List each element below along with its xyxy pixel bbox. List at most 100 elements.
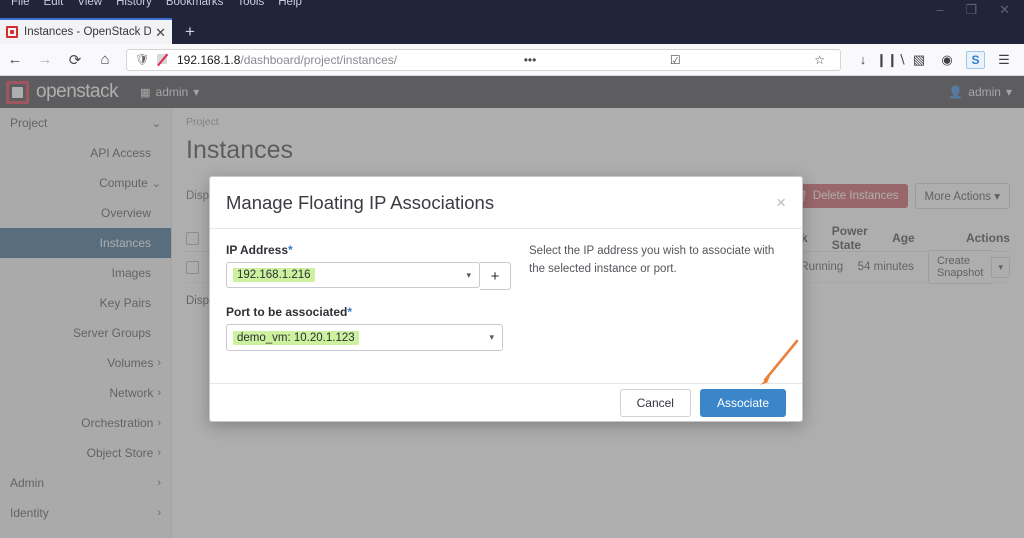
- row-checkbox[interactable]: [186, 260, 210, 274]
- url-path: /dashboard/project/instances/: [240, 52, 398, 67]
- project-switcher-label: admin: [155, 85, 189, 99]
- required-marker: *: [288, 243, 293, 257]
- new-tab-button[interactable]: +: [180, 22, 200, 42]
- row-actions-caret-icon[interactable]: ▾: [991, 256, 1010, 278]
- menu-view[interactable]: View: [70, 0, 109, 8]
- menu-tools[interactable]: Tools: [230, 0, 271, 8]
- cancel-button[interactable]: Cancel: [619, 388, 691, 417]
- sidebar-item-server-groups[interactable]: Server Groups: [0, 318, 171, 348]
- maximize-icon[interactable]: ❐: [965, 3, 977, 16]
- menu-history[interactable]: History: [109, 0, 159, 8]
- openstack-favicon-icon: [6, 26, 18, 38]
- sidebar-item-key-pairs[interactable]: Key Pairs: [0, 288, 171, 318]
- chevron-right-icon: ›: [157, 387, 161, 399]
- sidebar-item-instances[interactable]: Instances: [0, 228, 171, 258]
- chevron-right-icon: ›: [157, 417, 161, 429]
- sidebar-item-identity[interactable]: Identity ›: [0, 498, 171, 528]
- table-toolbar-actions: 🗑 Delete Instances More Actions ▾: [784, 183, 1010, 209]
- tab-title: Instances - OpenStack Dashbo: [24, 26, 152, 38]
- browser-tab-instances[interactable]: Instances - OpenStack Dashbo ✕: [0, 18, 172, 44]
- page-actions-icon[interactable]: •••: [517, 53, 544, 67]
- chevron-right-icon: ›: [157, 447, 161, 459]
- extension-s-icon[interactable]: S: [966, 50, 985, 69]
- sidebar-item-label: Object Store: [86, 446, 154, 460]
- modal-form: IP Address* 192.168.1.216 ▾ + Port to be…: [226, 243, 511, 383]
- star-icon[interactable]: ☆: [807, 53, 832, 67]
- ip-address-value: 192.168.1.216: [233, 268, 315, 282]
- browser-nav-bar: ← → ⟳ ⌂ 🛡 192.168.1.8/dashboard/project/…: [0, 44, 1024, 76]
- shield-icon[interactable]: 🛡: [135, 53, 149, 66]
- associate-button[interactable]: Associate: [699, 388, 786, 417]
- tab-close-icon[interactable]: ✕: [155, 26, 166, 39]
- home-icon[interactable]: ⌂: [90, 45, 120, 75]
- url-text: 192.168.1.8/dashboard/project/instances/: [177, 53, 397, 67]
- tab-strip: Instances - OpenStack Dashbo ✕ +: [0, 16, 1024, 44]
- select-all-checkbox[interactable]: [186, 231, 211, 245]
- account-icon[interactable]: ◉: [933, 46, 961, 74]
- url-host: 192.168.1.8: [176, 52, 241, 67]
- sidebar-item-api-access[interactable]: API Access: [0, 138, 171, 168]
- col-actions: Actions: [965, 231, 1010, 245]
- forward-icon[interactable]: →: [30, 45, 60, 75]
- sidebar-item-volumes[interactable]: Volumes ›: [0, 348, 171, 378]
- downloads-icon[interactable]: ↓: [849, 46, 877, 74]
- minimize-icon[interactable]: –: [936, 3, 943, 16]
- sidebar-item-label: Admin: [10, 476, 45, 490]
- close-icon[interactable]: ×: [776, 194, 786, 211]
- dashboard-page: openstack ▦ admin ▾ 👤 admin ▾ Project ⌄ AP…: [0, 76, 1024, 538]
- menu-file[interactable]: File: [4, 0, 37, 8]
- manage-floating-ip-modal: Manage Floating IP Associations × IP Add…: [209, 176, 803, 422]
- ip-address-label: IP Address*: [226, 243, 293, 257]
- openstack-logo-icon: [6, 80, 29, 104]
- sidebar-item-images[interactable]: Images: [0, 258, 171, 288]
- sidebar-item-orchestration[interactable]: Orchestration ›: [0, 408, 171, 438]
- required-marker: *: [347, 305, 353, 319]
- sidebar-item-compute[interactable]: Compute ⌄: [0, 168, 171, 198]
- sidebar-item-label: Instances: [99, 236, 151, 250]
- sidebar-item-project[interactable]: Project ⌄: [0, 108, 171, 138]
- col-power-state: Power State: [831, 224, 868, 252]
- project-switcher[interactable]: ▦ admin ▾: [140, 85, 199, 99]
- openstack-logo[interactable]: openstack: [0, 80, 119, 104]
- create-snapshot-button[interactable]: Create Snapshot: [927, 250, 992, 284]
- sidebar-icon[interactable]: ▧: [905, 46, 933, 74]
- sidebar-item-admin[interactable]: Admin ›: [0, 468, 171, 498]
- app-menu-icon[interactable]: ☰: [990, 46, 1018, 74]
- more-actions-button[interactable]: More Actions ▾: [914, 183, 1010, 209]
- sidebar-item-network[interactable]: Network ›: [0, 378, 171, 408]
- modal-help-text: Select the IP address you wish to associ…: [529, 245, 775, 275]
- menu-help[interactable]: Help: [271, 0, 309, 8]
- modal-header: Manage Floating IP Associations ×: [210, 177, 802, 229]
- chevron-down-icon: ▾: [1005, 85, 1012, 99]
- address-bar[interactable]: 🛡 192.168.1.8/dashboard/project/instance…: [126, 48, 841, 71]
- back-icon[interactable]: ←: [0, 45, 30, 75]
- menu-bookmarks[interactable]: Bookmarks: [159, 0, 231, 8]
- grid-icon: ▦: [140, 86, 151, 99]
- sidebar-item-label: Orchestration: [81, 416, 154, 430]
- chevron-right-icon: ›: [157, 357, 161, 369]
- add-floating-ip-button[interactable]: +: [480, 262, 511, 290]
- user-menu[interactable]: 👤 admin ▾: [948, 85, 1024, 99]
- openstack-header: openstack ▦ admin ▾ 👤 admin ▾: [0, 76, 1024, 108]
- sidebar-item-label: Network: [109, 386, 154, 400]
- pocket-icon[interactable]: ☑: [663, 53, 688, 67]
- chevron-down-icon: ▾: [489, 332, 494, 342]
- sidebar-item-object-store[interactable]: Object Store ›: [0, 438, 171, 468]
- chevron-down-icon: ▾: [466, 269, 471, 280]
- port-select[interactable]: demo_vm: 10.20.1.123 ▾: [226, 324, 503, 351]
- sidebar-item-overview[interactable]: Overview: [0, 198, 171, 228]
- cell-actions: Create Snapshot ▾: [927, 250, 1010, 284]
- noscript-icon[interactable]: [156, 53, 169, 67]
- breadcrumb: Project: [186, 116, 219, 128]
- sidebar-item-label: Volumes: [107, 356, 154, 370]
- user-menu-label: admin: [968, 85, 1001, 99]
- chevron-down-icon: ⌄: [151, 177, 161, 190]
- delete-instances-label: Delete Instances: [812, 190, 899, 202]
- menu-edit[interactable]: Edit: [37, 0, 71, 8]
- library-icon[interactable]: ❙❙∖: [876, 46, 906, 74]
- reload-icon[interactable]: ⟳: [60, 45, 90, 75]
- ip-address-select[interactable]: 192.168.1.216 ▾: [226, 262, 480, 288]
- cell-power-state: Running: [800, 261, 844, 273]
- chevron-down-icon: ▾: [994, 191, 1000, 203]
- close-icon[interactable]: ✕: [999, 3, 1010, 16]
